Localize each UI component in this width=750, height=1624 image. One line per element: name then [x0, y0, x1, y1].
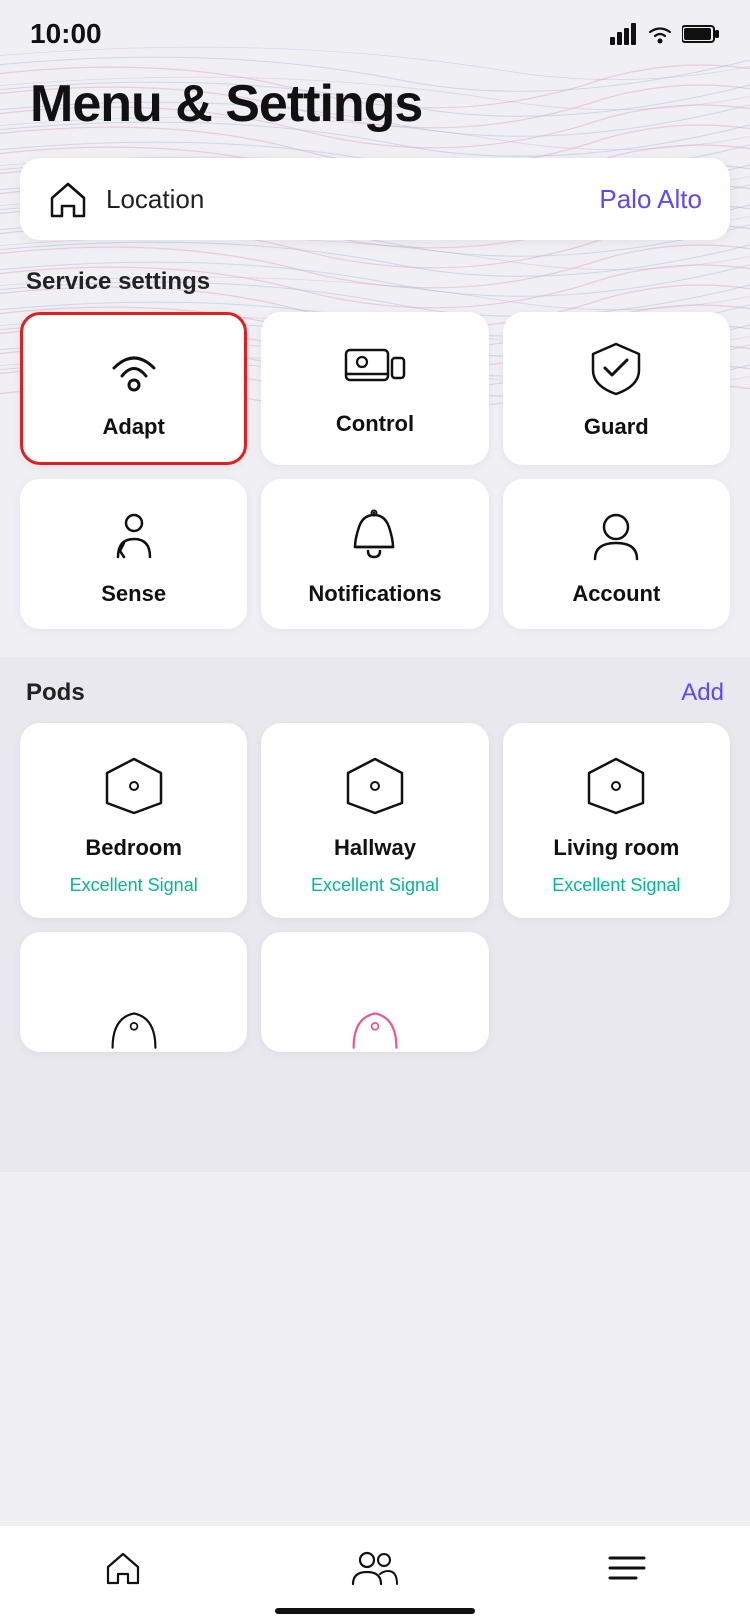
service-item-account[interactable]: Account — [503, 479, 730, 629]
location-value: Palo Alto — [599, 184, 702, 215]
pod-signal-hallway: Excellent Signal — [311, 875, 439, 896]
pod-icon-bedroom — [99, 751, 169, 821]
service-item-sense[interactable]: Sense — [20, 479, 247, 629]
service-label-control: Control — [336, 411, 414, 437]
signal-icon — [610, 23, 638, 45]
service-label-guard: Guard — [584, 414, 649, 440]
guard-icon — [589, 340, 644, 398]
pod-item-hallway[interactable]: Hallway Excellent Signal — [261, 723, 488, 918]
nav-home-icon — [104, 1550, 142, 1586]
location-label: Location — [106, 184, 204, 215]
service-label-notifications: Notifications — [308, 581, 441, 607]
service-settings-title: Service settings — [26, 268, 210, 296]
adapt-icon — [104, 343, 164, 398]
pod-name-hallway: Hallway — [334, 835, 416, 861]
nav-family-icon — [351, 1550, 399, 1586]
pod-icon-5 — [340, 992, 410, 1052]
service-label-sense: Sense — [101, 581, 166, 607]
service-item-adapt[interactable]: Adapt — [20, 312, 247, 465]
pod-item-living-room[interactable]: Living room Excellent Signal — [503, 723, 730, 918]
nav-menu[interactable] — [578, 1544, 676, 1592]
service-label-account: Account — [572, 581, 660, 607]
pod-icon-living-room — [581, 751, 651, 821]
pod-icon-hallway — [340, 751, 410, 821]
battery-icon — [682, 24, 720, 44]
status-bar: 10:00 — [0, 0, 750, 58]
pods-section: Pods Add Bedroom Excellent Signal Hallwa… — [0, 657, 750, 1172]
pod-name-living-room: Living room — [553, 835, 679, 861]
pod-item-4[interactable] — [20, 932, 247, 1052]
service-label-adapt: Adapt — [103, 414, 165, 440]
pods-grid: Bedroom Excellent Signal Hallway Excelle… — [0, 723, 750, 1072]
status-time: 10:00 — [30, 18, 102, 50]
bottom-nav — [0, 1525, 750, 1624]
home-icon — [48, 180, 88, 218]
pod-signal-living-room: Excellent Signal — [552, 875, 680, 896]
page-title: Menu & Settings — [0, 58, 750, 158]
sense-icon — [106, 507, 161, 565]
pods-add-button[interactable]: Add — [681, 679, 724, 707]
service-item-control[interactable]: Control — [261, 312, 488, 465]
pod-signal-bedroom: Excellent Signal — [70, 875, 198, 896]
pod-icon-4 — [99, 992, 169, 1052]
home-indicator — [275, 1608, 475, 1614]
nav-family[interactable] — [321, 1542, 429, 1594]
control-icon — [342, 340, 407, 395]
service-settings-section: Service settings Adapt — [0, 268, 750, 657]
service-item-guard[interactable]: Guard — [503, 312, 730, 465]
pod-item-5[interactable] — [261, 932, 488, 1052]
account-icon — [589, 507, 644, 565]
location-card[interactable]: Location Palo Alto — [20, 158, 730, 240]
pods-title: Pods — [26, 679, 85, 707]
status-icons — [610, 23, 720, 45]
pod-name-bedroom: Bedroom — [85, 835, 182, 861]
main-content: 10:00 Menu & Settin — [0, 0, 750, 1172]
service-grid: Adapt Control Guard — [0, 312, 750, 657]
notifications-icon — [347, 507, 402, 565]
wifi-icon — [646, 23, 674, 45]
service-item-notifications[interactable]: Notifications — [261, 479, 488, 629]
location-left: Location — [48, 180, 204, 218]
nav-home[interactable] — [74, 1542, 172, 1594]
pod-item-bedroom[interactable]: Bedroom Excellent Signal — [20, 723, 247, 918]
pods-header: Pods Add — [0, 679, 750, 723]
nav-menu-icon — [608, 1552, 646, 1584]
service-settings-header: Service settings — [0, 268, 750, 312]
